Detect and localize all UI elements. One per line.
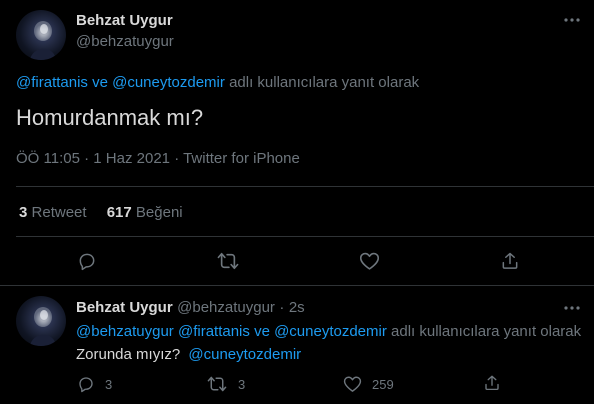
reply-mention-cuneytozdemir[interactable]: @cuneytozdemir — [112, 74, 225, 91]
reply-tweet-avatar[interactable] — [16, 296, 66, 346]
divider — [16, 186, 594, 187]
reply-tweet-time-ago[interactable]: 2s — [289, 299, 305, 316]
retweet-button[interactable] — [206, 374, 228, 394]
like-button[interactable] — [341, 374, 363, 394]
like-count: 617 — [106, 204, 132, 221]
reply-button[interactable] — [76, 374, 96, 394]
reply-icon — [79, 253, 95, 271]
main-tweet-author-handle[interactable]: @behzatuygur — [76, 33, 174, 50]
reply-tweet-body: Zorunda mıyız? @cuneytozdemir — [76, 346, 301, 363]
reply-icon — [79, 377, 93, 393]
reply-tweet-text: Zorunda mıyız? — [76, 346, 181, 363]
retweet-button[interactable] — [217, 250, 239, 272]
like-icon — [359, 252, 379, 270]
reply-mention-cuneytozdemir[interactable]: @cuneytozdemir — [274, 323, 387, 340]
reply-mention-firattanis[interactable]: @firattanis — [178, 323, 250, 340]
reply-tweet-header: Behzat Uygur @behzatuygur · 2s — [76, 299, 305, 317]
like-count: 259 — [372, 377, 394, 392]
divider — [0, 285, 594, 286]
share-button[interactable] — [499, 250, 521, 272]
reply-tweet-reply-context: @behzatuygur @firattanis ve @cuneytozdem… — [76, 323, 581, 340]
more-horizontal-icon[interactable] — [562, 298, 582, 318]
reply-count: 3 — [105, 377, 113, 392]
share-button[interactable] — [482, 373, 502, 393]
tweet-time[interactable]: ÖÖ 11:05 — [16, 150, 80, 167]
main-tweet-text: Homurdanmak mı? — [16, 105, 204, 130]
retweet-icon — [217, 252, 239, 270]
share-icon — [502, 252, 518, 269]
reply-button[interactable] — [76, 250, 98, 272]
like-label: Beğeni — [135, 204, 183, 221]
reply-mention-firattanis[interactable]: @firattanis — [16, 74, 88, 91]
share-icon — [485, 375, 499, 391]
retweet-stat[interactable]: 3 Retweet — [19, 204, 91, 221]
reply-mention-behzatuygur[interactable]: @behzatuygur — [76, 323, 174, 340]
more-horizontal-icon[interactable] — [562, 10, 582, 30]
reply-tweet-author-handle[interactable]: @behzatuygur — [177, 299, 275, 316]
tweet-source[interactable]: Twitter for iPhone — [183, 150, 300, 167]
reply-connector: ve — [92, 74, 108, 91]
retweet-count: 3 — [19, 204, 28, 221]
tweet-date[interactable]: 1 Haz 2021 — [93, 150, 170, 167]
retweet-icon — [207, 376, 227, 392]
avatar-photo — [30, 21, 56, 60]
meta-separator: · — [174, 150, 180, 167]
reply-tweet-mention[interactable]: @cuneytozdemir — [188, 346, 301, 363]
header-separator: · — [279, 299, 285, 316]
reply-connector: ve — [254, 323, 270, 340]
divider — [16, 236, 594, 237]
avatar-photo — [30, 307, 56, 346]
like-icon — [343, 376, 361, 392]
main-tweet-avatar[interactable] — [16, 10, 66, 60]
reply-suffix: adlı kullanıcılara yanıt olarak — [229, 74, 420, 91]
main-tweet-stats: 3 Retweet 617 Beğeni — [19, 204, 183, 221]
main-tweet-reply-context: @firattanis ve @cuneytozdemir adlı kulla… — [16, 74, 419, 91]
retweet-label: Retweet — [31, 204, 87, 221]
like-stat[interactable]: 617 Beğeni — [107, 204, 183, 221]
reply-tweet-author-name[interactable]: Behzat Uygur — [76, 299, 173, 316]
meta-separator: · — [84, 150, 90, 167]
retweet-count: 3 — [238, 377, 246, 392]
main-tweet-author-name[interactable]: Behzat Uygur — [76, 12, 173, 29]
reply-suffix: adlı kullanıcılara yanıt olarak — [391, 323, 582, 340]
like-button[interactable] — [358, 250, 380, 272]
main-tweet-meta: ÖÖ 11:05 · 1 Haz 2021 · Twitter for iPho… — [16, 150, 300, 167]
